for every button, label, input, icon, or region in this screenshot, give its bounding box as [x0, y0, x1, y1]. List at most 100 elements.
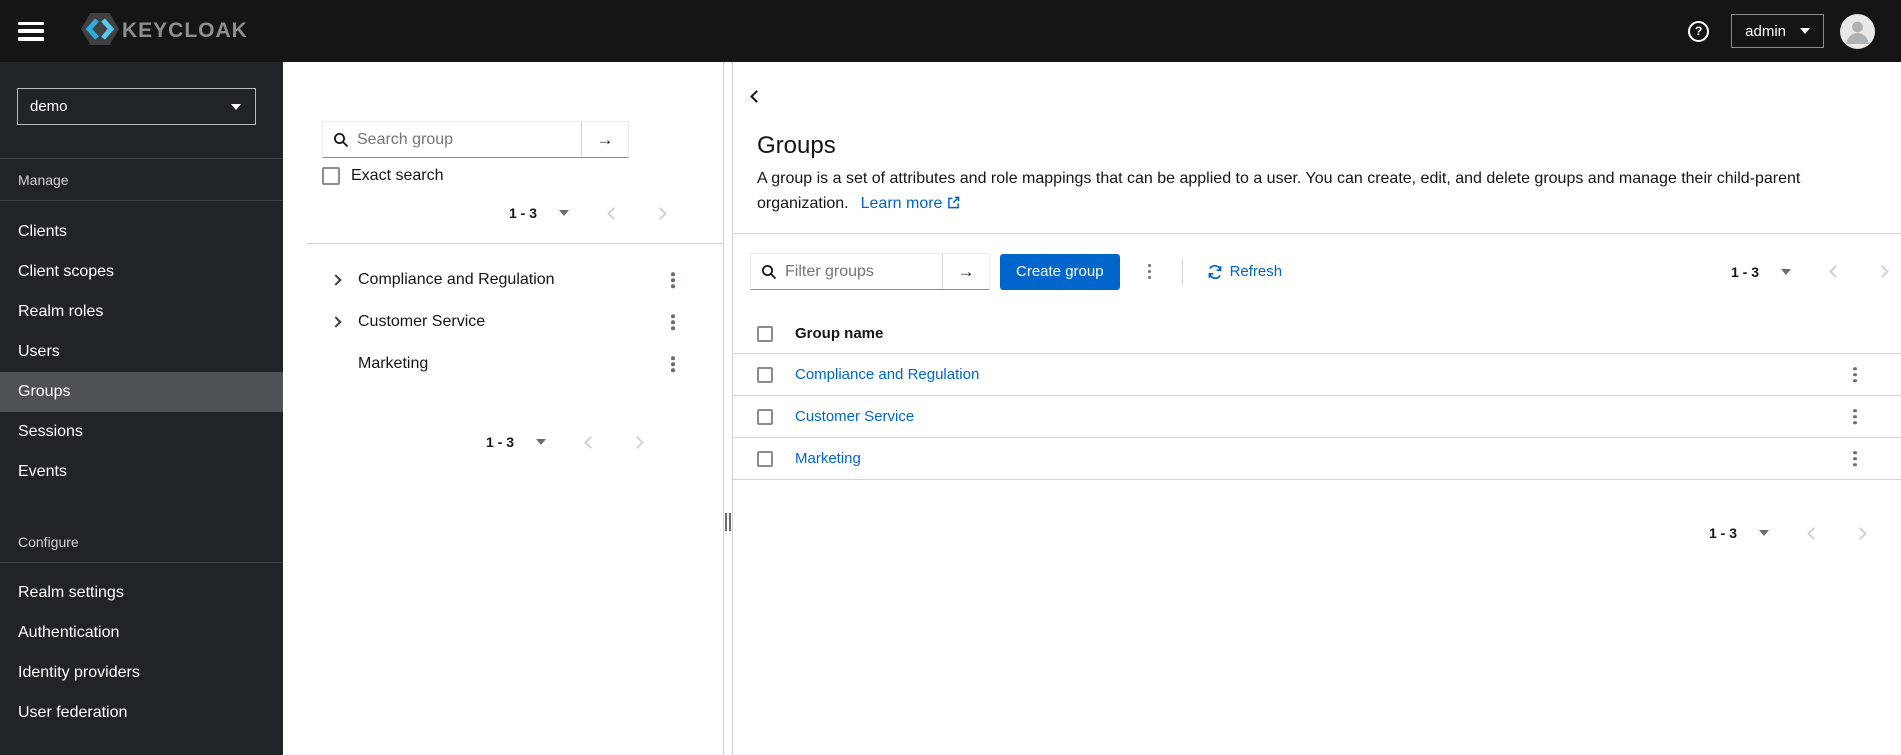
- column-header-group-name: Group name: [795, 325, 884, 342]
- pagination-range: 1 - 3: [1730, 263, 1759, 280]
- sidebar-item-user-federation[interactable]: User federation: [0, 693, 283, 733]
- expand-chevron-icon[interactable]: [328, 274, 344, 286]
- sidebar-item-clients[interactable]: Clients: [0, 212, 283, 252]
- sidebar-item-users[interactable]: Users: [0, 332, 283, 372]
- pagination-prev-icon[interactable]: [607, 206, 620, 220]
- tree-item-customer-service[interactable]: Customer Service: [283, 301, 723, 343]
- sidebar-nav: demo Manage Clients Client scopes Realm …: [0, 62, 283, 755]
- row-checkbox[interactable]: [757, 366, 773, 383]
- search-submit-button[interactable]: →: [582, 122, 628, 157]
- pagination-next-icon[interactable]: [654, 206, 667, 220]
- sidebar-item-realm-roles[interactable]: Realm roles: [0, 292, 283, 332]
- pagination-options-caret-icon[interactable]: [1759, 530, 1769, 536]
- chevron-left-icon: [750, 90, 763, 103]
- toolbar-kebab-menu-icon[interactable]: [1142, 263, 1158, 280]
- realm-selector-value: demo: [30, 98, 68, 115]
- collapse-drawer-button[interactable]: [750, 90, 763, 103]
- external-link-icon: [948, 196, 960, 209]
- nav-section-configure: Configure: [18, 534, 79, 550]
- arrow-right-icon: →: [596, 129, 614, 149]
- table-pagination-top: 1 - 3: [1730, 263, 1889, 280]
- page-description: A group is a set of attributes and role …: [757, 170, 1801, 212]
- kebab-menu-icon[interactable]: [665, 272, 681, 288]
- expand-chevron-icon[interactable]: [328, 316, 344, 328]
- select-all-checkbox[interactable]: [757, 325, 773, 342]
- caret-down-icon: [231, 103, 241, 110]
- user-menu-label: admin: [1745, 22, 1786, 40]
- nav-section-manage: Manage: [18, 172, 69, 188]
- avatar[interactable]: [1840, 13, 1875, 49]
- group-link-customer-service[interactable]: Customer Service: [795, 408, 914, 425]
- table-row: Compliance and Regulation: [733, 354, 1901, 396]
- kebab-menu-icon[interactable]: [665, 356, 681, 372]
- section-divider: [733, 233, 1901, 234]
- panel-splitter[interactable]: [723, 62, 733, 755]
- sidebar-item-identity-providers[interactable]: Identity providers: [0, 653, 283, 693]
- sidebar-item-realm-settings[interactable]: Realm settings: [0, 573, 283, 613]
- refresh-button[interactable]: Refresh: [1207, 263, 1282, 280]
- pagination-options-caret-icon[interactable]: [536, 439, 547, 445]
- exact-search-checkbox[interactable]: Exact search: [322, 167, 443, 185]
- pagination-next-icon[interactable]: [1876, 265, 1889, 278]
- table-header-row: Group name: [733, 314, 1901, 354]
- masthead: KEYCLOAK ? admin: [0, 0, 1901, 62]
- group-link-compliance-and-regulation[interactable]: Compliance and Regulation: [795, 366, 979, 383]
- sidebar-item-client-scopes[interactable]: Client scopes: [0, 252, 283, 292]
- brand-text: KEYCLOAK: [122, 19, 248, 42]
- group-search-box: →: [322, 121, 629, 158]
- pagination-range: 1 - 3: [486, 434, 515, 450]
- tree-pagination-top: 1 - 3: [509, 201, 667, 225]
- masthead-right: ? admin: [1688, 13, 1901, 49]
- help-icon[interactable]: ?: [1688, 20, 1710, 42]
- pagination-prev-icon[interactable]: [1807, 526, 1820, 540]
- filter-submit-button[interactable]: →: [943, 254, 989, 289]
- nav-toggle-icon[interactable]: [18, 21, 44, 41]
- pagination-range: 1 - 3: [1708, 525, 1737, 541]
- pagination-options-caret-icon[interactable]: [1781, 268, 1791, 275]
- keycloak-logo-icon: [72, 9, 128, 54]
- keycloak-logo: KEYCLOAK: [72, 9, 248, 54]
- groups-table: Group name Compliance and Regulation Cus…: [733, 314, 1901, 480]
- arrow-right-icon: →: [957, 261, 975, 281]
- checkbox-icon[interactable]: [322, 167, 340, 185]
- sidebar-divider: [0, 200, 283, 201]
- filter-groups-box: →: [750, 253, 990, 290]
- sidebar-item-groups[interactable]: Groups: [0, 372, 283, 412]
- sidebar-item-authentication[interactable]: Authentication: [0, 613, 283, 653]
- pagination-prev-icon[interactable]: [1829, 265, 1842, 278]
- group-search-input[interactable]: [349, 130, 581, 149]
- kebab-menu-icon[interactable]: [1847, 450, 1863, 467]
- filter-groups-input[interactable]: [777, 262, 942, 281]
- manage-nav-list: Clients Client scopes Realm roles Users …: [0, 212, 283, 492]
- sidebar-item-events[interactable]: Events: [0, 452, 283, 492]
- row-checkbox[interactable]: [757, 450, 773, 467]
- learn-more-link[interactable]: Learn more: [861, 195, 961, 212]
- row-checkbox[interactable]: [757, 408, 773, 425]
- toolbar-divider: [1181, 259, 1183, 284]
- group-tree-panel: → Exact search 1 - 3 Compliance and Regu…: [283, 62, 723, 755]
- create-group-button[interactable]: Create group: [1000, 253, 1120, 290]
- groups-main-panel: Groups A group is a set of attributes an…: [733, 62, 1901, 755]
- sidebar-item-sessions[interactable]: Sessions: [0, 412, 283, 452]
- search-icon: [333, 132, 349, 148]
- pagination-prev-icon[interactable]: [584, 435, 597, 449]
- search-icon: [761, 264, 777, 280]
- page-title: Groups: [757, 132, 836, 159]
- pagination-options-caret-icon[interactable]: [559, 210, 570, 216]
- caret-down-icon: [1800, 28, 1810, 34]
- keycloak-admin-console: KEYCLOAK ? admin demo Manage Clients Cli…: [0, 0, 1901, 755]
- tree-item-marketing[interactable]: Marketing: [283, 343, 723, 385]
- pagination-next-icon[interactable]: [1854, 526, 1867, 540]
- groups-toolbar: → Create group Refresh 1 - 3: [750, 253, 1901, 290]
- realm-selector[interactable]: demo: [17, 88, 256, 125]
- kebab-menu-icon[interactable]: [1847, 408, 1863, 425]
- tree-item-compliance-and-regulation[interactable]: Compliance and Regulation: [283, 259, 723, 301]
- user-menu-dropdown[interactable]: admin: [1731, 14, 1824, 48]
- table-row: Customer Service: [733, 396, 1901, 438]
- sidebar-divider: [0, 562, 283, 563]
- kebab-menu-icon[interactable]: [665, 314, 681, 330]
- splitter-grip-icon[interactable]: [725, 513, 731, 531]
- pagination-next-icon[interactable]: [631, 435, 644, 449]
- kebab-menu-icon[interactable]: [1847, 366, 1863, 383]
- group-link-marketing[interactable]: Marketing: [795, 450, 861, 467]
